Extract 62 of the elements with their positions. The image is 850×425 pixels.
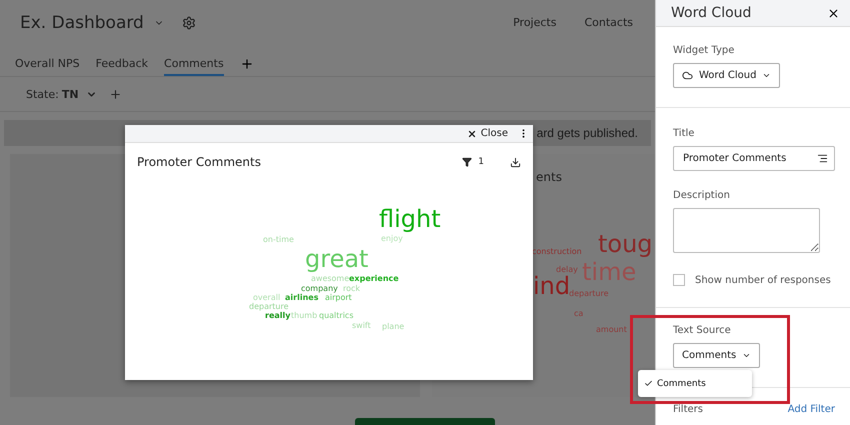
cloud-word: plane (382, 323, 404, 331)
description-field[interactable] (673, 208, 820, 253)
cloud-word: enjoy (381, 235, 403, 243)
title-field[interactable]: Promoter Comments (673, 146, 835, 171)
cloud-word: thumb (291, 312, 318, 320)
state-filter[interactable]: State: TN (26, 88, 97, 100)
close-button[interactable]: Close (462, 128, 512, 139)
tab[interactable]: Overall NPS (15, 45, 80, 76)
cloud-word: rock (343, 285, 360, 293)
cloud-word: really (265, 312, 290, 320)
text-align-icon (817, 153, 828, 164)
close-icon[interactable] (827, 6, 840, 20)
tab[interactable]: Feedback (96, 45, 148, 76)
cloud-word: delay (556, 266, 578, 274)
settings-icon[interactable] (182, 16, 196, 30)
panel-title: Word Cloud (671, 5, 752, 21)
cloud-word: flight (379, 207, 441, 231)
widget-title: ents (536, 170, 562, 184)
field-label: Text Source (673, 325, 732, 336)
cloud-word: qualtrics (319, 312, 354, 320)
field-label: Filters (673, 404, 703, 415)
cloud-icon (682, 70, 693, 81)
cloud-word: amount (596, 326, 627, 334)
chevron-down-icon (742, 351, 752, 360)
nav-link[interactable]: Contacts (584, 16, 633, 29)
add-icon[interactable] (108, 88, 122, 100)
menu-item[interactable]: Comments (638, 378, 706, 388)
tab[interactable]: Comments (164, 45, 224, 76)
cloud-word: on-time (263, 236, 294, 244)
filter-icon[interactable] (462, 157, 472, 167)
check-icon (644, 379, 653, 388)
field-label: Description (673, 190, 731, 201)
cloud-word: airport (325, 294, 352, 302)
close-icon (466, 128, 477, 138)
nav-link[interactable]: Projects (513, 16, 556, 29)
chevron-down-icon (762, 71, 772, 80)
checkbox[interactable] (673, 274, 685, 286)
banner-text: ard gets published. (536, 126, 638, 140)
cloud-word: construction (532, 248, 582, 256)
text-source-dropdown[interactable]: Comments (673, 343, 760, 368)
widget-title: Promoter Comments (137, 155, 261, 169)
download-icon[interactable] (510, 156, 521, 168)
cloud-word: airlines (285, 294, 318, 302)
dashboard-title[interactable]: Ex. Dashboard (20, 12, 144, 32)
field-label: Widget Type (673, 45, 736, 56)
cloud-word: ca (574, 310, 584, 318)
cloud-word: great (305, 247, 368, 271)
cloud-word: awesome (311, 275, 350, 283)
widget-type-dropdown[interactable]: Word Cloud (673, 63, 780, 88)
cloud-word: swift (352, 322, 371, 330)
add-filter-link[interactable]: Add Filter (788, 404, 835, 415)
checkbox-label: Show number of responses (695, 274, 831, 286)
filter-count: 1 (478, 157, 484, 167)
cloud-word: experience (349, 275, 399, 283)
cloud-word: ind (533, 274, 570, 298)
cloud-word: departure (249, 303, 289, 311)
cloud-word: toug (598, 232, 653, 256)
field-label: Title (673, 128, 696, 139)
cloud-word: company (301, 285, 338, 293)
add-icon[interactable] (240, 56, 254, 70)
cloud-word: departure (569, 290, 609, 298)
cloud-word: overall (253, 294, 280, 302)
